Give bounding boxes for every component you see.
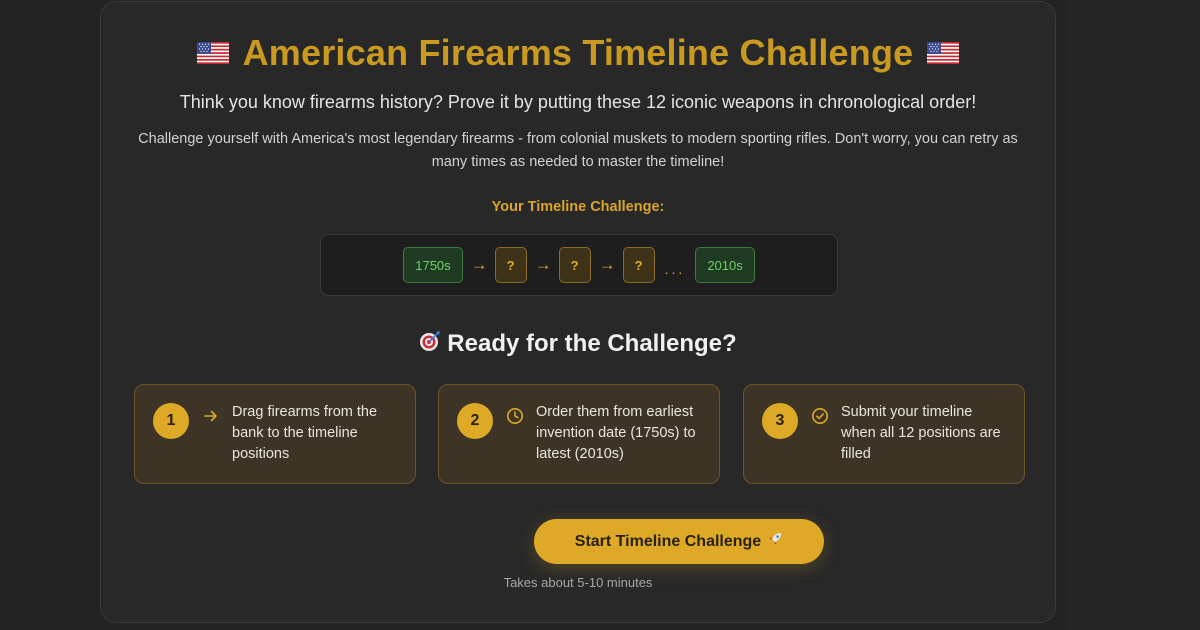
start-challenge-button[interactable]: Start Timeline Challenge bbox=[534, 519, 824, 564]
ready-heading: Ready for the Challenge? bbox=[101, 330, 1055, 358]
duration-note: Takes about 5-10 minutes bbox=[503, 575, 653, 590]
unknown-slot-chip: ? bbox=[622, 247, 655, 283]
right-background-strip bbox=[1068, 0, 1200, 630]
clock-icon bbox=[507, 408, 523, 424]
arrow-right-icon: → bbox=[470, 255, 488, 274]
step-text: Order them from earliest invention date … bbox=[536, 404, 696, 462]
step-card: 2 Order them from earliest invention dat… bbox=[438, 384, 720, 484]
step-text: Drag firearms from the bank to the timel… bbox=[232, 404, 378, 462]
title-row: American Firearms Timeline Challenge bbox=[101, 32, 1055, 74]
check-circle-icon bbox=[812, 408, 828, 424]
step-text: Submit your timeline when all 12 positio… bbox=[841, 404, 1001, 462]
ellipsis: ... bbox=[664, 261, 686, 277]
step-number: 2 bbox=[457, 403, 493, 439]
timeline-challenge-label: Your Timeline Challenge: bbox=[491, 199, 665, 215]
start-button-label: Start Timeline Challenge bbox=[574, 532, 762, 550]
arrow-right-icon bbox=[204, 410, 217, 422]
intro-card: American Firearms Timeline Challenge Thi… bbox=[100, 1, 1056, 623]
timeline-preview: 1750s → ? → ? → ? ... 2010s bbox=[320, 234, 838, 296]
end-year-chip: 2010s bbox=[695, 247, 755, 283]
rocket-icon bbox=[767, 531, 783, 552]
unknown-slot-chip: ? bbox=[558, 247, 591, 283]
unknown-slot-chip: ? bbox=[494, 247, 527, 283]
arrow-right-icon: → bbox=[534, 255, 552, 274]
subtitle: Think you know firearms history? Prove i… bbox=[179, 92, 977, 112]
step-card: 1 Drag firearms from the bank to the tim… bbox=[134, 384, 416, 484]
step-number: 3 bbox=[762, 403, 798, 439]
ready-title: Ready for the Challenge? bbox=[447, 330, 737, 357]
step-number: 1 bbox=[153, 403, 189, 439]
page-title: American Firearms Timeline Challenge bbox=[242, 32, 914, 73]
us-flag-icon bbox=[196, 42, 229, 64]
start-year-chip: 1750s bbox=[403, 247, 463, 283]
target-icon bbox=[419, 330, 441, 358]
arrow-right-icon: → bbox=[598, 255, 616, 274]
step-card: 3 Submit your timeline when all 12 posit… bbox=[743, 384, 1025, 484]
description: Challenge yourself with America's most l… bbox=[138, 131, 1018, 170]
us-flag-icon bbox=[927, 42, 960, 64]
